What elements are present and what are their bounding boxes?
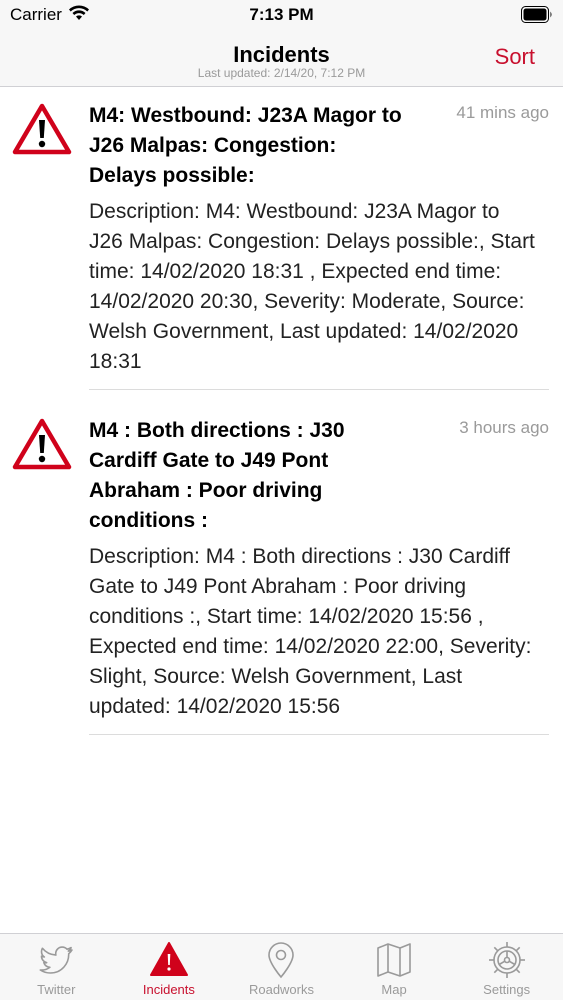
- last-updated-subtitle: Last updated: 2/14/20, 7:12 PM: [197, 66, 366, 80]
- page-title: Incidents: [233, 42, 330, 67]
- incident-description: Description: M4 : Both directions : J30 …: [89, 545, 532, 718]
- tab-label: Map: [381, 982, 407, 997]
- tab-roadworks[interactable]: Roadworks: [225, 934, 338, 1000]
- tab-label: Twitter: [37, 982, 76, 997]
- warning-icon: [12, 103, 72, 155]
- incident-time: 41 mins ago: [456, 103, 549, 122]
- tab-incidents[interactable]: Incidents: [113, 934, 226, 1000]
- status-time: 7:13 PM: [249, 5, 314, 24]
- incident-time: 3 hours ago: [459, 418, 549, 437]
- tab-label: Settings: [483, 982, 531, 997]
- warning-icon: [149, 942, 188, 976]
- tab-label: Incidents: [142, 982, 195, 997]
- tab-bar: Twitter Incidents Roadworks Map Settings: [0, 933, 563, 1000]
- incident-list: M4: Westbound: J23A Magor to J26 Malpas:…: [0, 87, 563, 747]
- twitter-icon: [39, 946, 74, 974]
- tab-twitter[interactable]: Twitter: [0, 934, 113, 1000]
- nav-bar: Incidents Last updated: 2/14/20, 7:12 PM…: [0, 30, 563, 87]
- map-pin-icon: [268, 942, 295, 979]
- battery-icon: [521, 6, 552, 23]
- incident-title: M4: Westbound: J23A Magor to J26 Malpas:…: [89, 104, 402, 187]
- tab-settings[interactable]: Settings: [450, 934, 563, 1000]
- warning-icon: [12, 418, 72, 470]
- incident-row[interactable]: M4 : Both directions : J30 Cardiff Gate …: [0, 402, 563, 747]
- tab-map[interactable]: Map: [338, 934, 451, 1000]
- screen: Carrier 7:13 PM Incidents Last updated: …: [0, 0, 563, 1000]
- tab-label: Roadworks: [248, 982, 314, 997]
- map-icon: [377, 943, 411, 977]
- incident-title: M4 : Both directions : J30 Cardiff Gate …: [89, 419, 345, 532]
- incident-row[interactable]: M4: Westbound: J23A Magor to J26 Malpas:…: [0, 87, 563, 402]
- gear-icon: [488, 942, 525, 978]
- status-bar: Carrier 7:13 PM: [0, 0, 563, 30]
- sort-button[interactable]: Sort: [495, 44, 535, 70]
- incident-description: Description: M4: Westbound: J23A Magor t…: [89, 200, 535, 373]
